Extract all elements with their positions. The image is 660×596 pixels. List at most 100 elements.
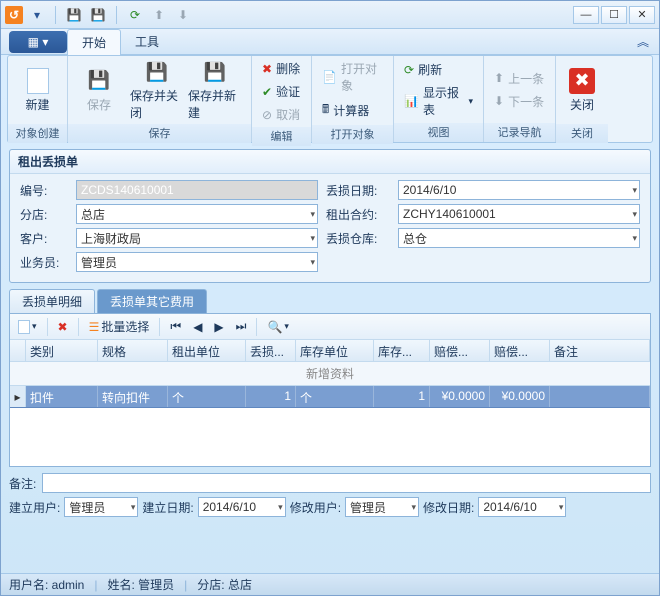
close-icon: ✖ <box>569 68 595 94</box>
col-category[interactable]: 类别 <box>26 340 98 361</box>
group-new: 对象创建 <box>8 124 67 143</box>
tab-other-fees[interactable]: 丢损单其它费用 <box>97 289 207 313</box>
col-remark[interactable]: 备注 <box>550 340 650 361</box>
chevron-down-icon[interactable]: ▾ <box>632 209 637 220</box>
detail-batch-button[interactable]: ☰批量选择 <box>85 316 154 337</box>
delete-icon: ✖ <box>58 320 68 334</box>
row-indicator-icon: ▸ <box>10 386 26 407</box>
detail-search-button[interactable]: 🔍▾ <box>263 318 292 336</box>
chevron-down-icon[interactable]: ▾ <box>310 233 315 244</box>
field-create-user[interactable]: 管理员▾ <box>64 497 138 517</box>
detail-last-button[interactable]: ⏭ <box>232 317 251 336</box>
delete-icon: ✖ <box>262 62 272 76</box>
col-loss[interactable]: 丢损... <box>246 340 296 361</box>
chevron-down-icon[interactable]: ▾ <box>278 502 283 513</box>
field-owner[interactable]: 管理员▾ <box>76 252 318 272</box>
chevron-down-icon[interactable]: ▾ <box>310 257 315 268</box>
cancel-button: ⊘取消 <box>256 104 306 125</box>
label-contract: 租出合约: <box>326 206 390 223</box>
maximize-button[interactable]: ☐ <box>601 6 627 24</box>
col-spec[interactable]: 规格 <box>98 340 168 361</box>
qat-dropdown[interactable]: ▾ <box>27 5 47 25</box>
chevron-down-icon[interactable]: ▾ <box>559 502 564 513</box>
chevron-down-icon[interactable]: ▾ <box>131 502 136 513</box>
label-branch: 分店: <box>20 206 68 223</box>
refresh-icon: ⟳ <box>404 63 414 77</box>
collapse-ribbon-icon[interactable]: ︽ <box>637 33 649 50</box>
down-icon: ⬇ <box>494 94 504 108</box>
validate-button[interactable]: ✔验证 <box>256 81 306 102</box>
file-menu-button[interactable]: ▦ ▾ <box>9 31 67 53</box>
tab-detail[interactable]: 丢损单明细 <box>9 289 95 313</box>
detail-toolbar: ▾ ✖ ☰批量选择 ⏮ ◀ ▶ ⏭ 🔍▾ <box>10 314 650 340</box>
col-comp1[interactable]: 赔偿... <box>430 340 490 361</box>
group-save: 保存 <box>68 124 251 143</box>
grid-new-row[interactable]: 新增资料 <box>10 362 650 386</box>
qat-refresh-icon[interactable]: ⟳ <box>125 5 145 25</box>
detail-prev-button[interactable]: ◀ <box>189 318 206 336</box>
field-customer[interactable]: 上海财政局▾ <box>76 228 318 248</box>
chevron-down-icon[interactable]: ▾ <box>632 233 637 244</box>
chevron-down-icon[interactable]: ▾ <box>310 209 315 220</box>
field-remark[interactable] <box>42 473 651 493</box>
group-nav: 记录导航 <box>484 123 555 142</box>
up-icon: ⬆ <box>494 71 504 85</box>
app-icon: ↺ <box>5 6 23 24</box>
search-icon: 🔍 <box>267 320 282 334</box>
field-branch[interactable]: 总店▾ <box>76 204 318 224</box>
qat-save-close-icon[interactable]: 💾 <box>88 5 108 25</box>
label-warehouse: 丢损仓库: <box>326 230 390 247</box>
chevron-down-icon[interactable]: ▾ <box>412 502 417 513</box>
detail-new-button[interactable]: ▾ <box>14 318 41 336</box>
save-new-button[interactable]: 💾 保存并新建 <box>188 58 242 122</box>
tab-tools[interactable]: 工具 <box>121 29 173 55</box>
qat-save-icon[interactable]: 💾 <box>64 5 84 25</box>
chevron-down-icon[interactable]: ▾ <box>632 185 637 196</box>
detail-tabs: 丢损单明细 丢损单其它费用 <box>9 289 651 313</box>
tab-start[interactable]: 开始 <box>67 29 121 55</box>
minimize-button[interactable]: — <box>573 6 599 24</box>
save-new-icon: 💾 <box>201 59 229 85</box>
qat-down-icon[interactable]: ⬇ <box>173 5 193 25</box>
calc-icon: 🖩 <box>322 100 329 121</box>
status-name: 姓名: 管理员 <box>107 576 174 593</box>
table-row[interactable]: ▸ 扣件 转向扣件 个 1 个 1 ¥0.0000 ¥0.0000 <box>10 386 650 408</box>
status-branch: 分店: 总店 <box>197 576 252 593</box>
col-stock-unit[interactable]: 库存单位 <box>296 340 374 361</box>
title-bar: ↺ ▾ 💾 💾 ⟳ ⬆ ⬇ — ☐ ✕ <box>1 1 659 29</box>
col-stock[interactable]: 库存... <box>374 340 430 361</box>
ribbon: 新建 对象创建 💾 保存 💾 保存并关闭 💾 保存并新建 保存 <box>7 55 653 143</box>
detail-grid: ▾ ✖ ☰批量选择 ⏮ ◀ ▶ ⏭ 🔍▾ 类别 规格 租出单位 丢损... 库存… <box>9 313 651 467</box>
field-create-date[interactable]: 2014/6/10▾ <box>198 497 286 517</box>
new-label: 新建 <box>25 96 49 113</box>
grid-header: 类别 规格 租出单位 丢损... 库存单位 库存... 赔偿... 赔偿... … <box>10 340 650 362</box>
save-close-button[interactable]: 💾 保存并关闭 <box>130 58 184 122</box>
field-code: ZCDS140610001 <box>76 180 318 200</box>
refresh-button[interactable]: ⟳刷新 <box>398 59 479 80</box>
group-edit: 编辑 <box>252 127 311 146</box>
close-button[interactable]: ✖ 关闭 <box>560 58 604 122</box>
close-window-button[interactable]: ✕ <box>629 6 655 24</box>
group-open: 打开对象 <box>312 125 393 144</box>
check-icon: ✔ <box>262 85 272 99</box>
calc-button[interactable]: 🖩计算器 <box>316 98 389 123</box>
field-modify-user[interactable]: 管理员▾ <box>345 497 419 517</box>
detail-delete-button[interactable]: ✖ <box>54 318 72 336</box>
new-icon <box>27 68 49 94</box>
field-date[interactable]: 2014/6/10▾ <box>398 180 640 200</box>
field-warehouse[interactable]: 总仓▾ <box>398 228 640 248</box>
detail-first-button[interactable]: ⏮ <box>166 317 185 336</box>
report-button[interactable]: 📊显示报表▾ <box>398 82 479 120</box>
field-contract[interactable]: ZCHY140610001▾ <box>398 204 640 224</box>
save-close-icon: 💾 <box>143 59 171 85</box>
group-close: 关闭 <box>556 124 608 143</box>
field-modify-date[interactable]: 2014/6/10▾ <box>478 497 566 517</box>
col-rent-unit[interactable]: 租出单位 <box>168 340 246 361</box>
new-button[interactable]: 新建 <box>12 58 63 122</box>
qat-up-icon[interactable]: ⬆ <box>149 5 169 25</box>
label-owner: 业务员: <box>20 254 68 271</box>
detail-next-button[interactable]: ▶ <box>210 318 227 336</box>
delete-button[interactable]: ✖删除 <box>256 58 306 79</box>
col-comp2[interactable]: 赔偿... <box>490 340 550 361</box>
form-panel: 租出丢损单 编号: ZCDS140610001 丢损日期: 2014/6/10▾… <box>9 149 651 283</box>
